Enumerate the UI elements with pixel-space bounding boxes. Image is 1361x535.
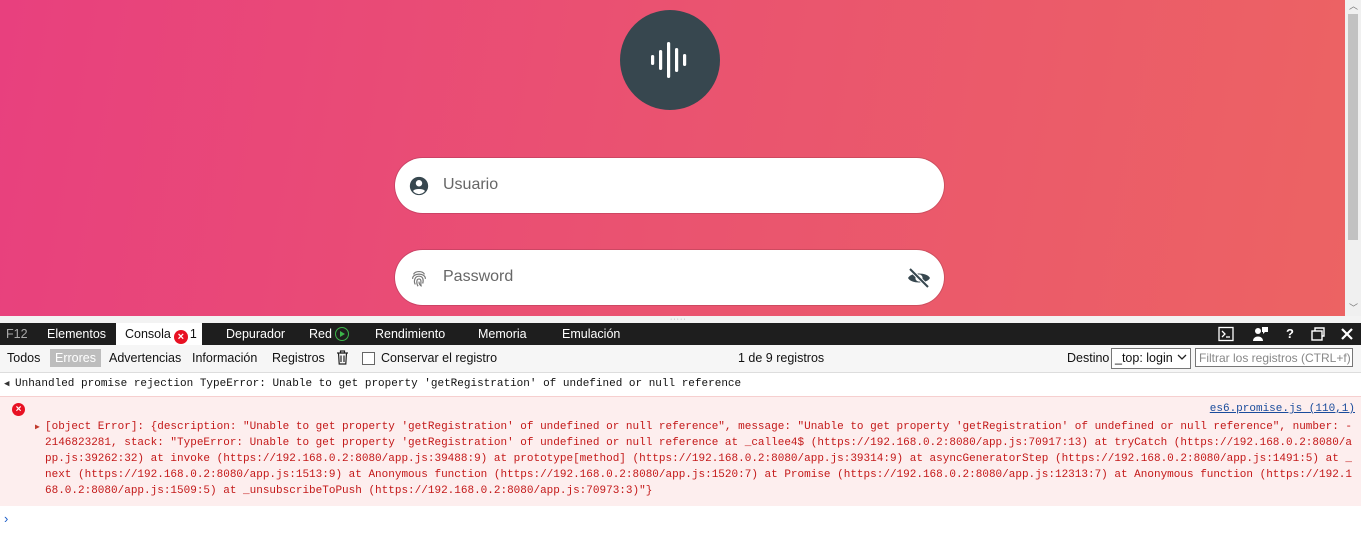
records-count: 1 de 9 registros [738,351,825,365]
console-message[interactable]: ◀ Unhandled promise rejection TypeError:… [0,373,1361,396]
grip-icon: ····· [670,316,687,323]
app-logo [620,10,720,110]
destino-value: _top: login [1115,351,1173,365]
devtools-tab-bar: F12 Elementos Consola × 1 Depurador Red Re… [0,323,1361,345]
tab-emulacion[interactable]: Emulación [562,323,620,345]
tab-consola[interactable]: Consola × 1 [116,323,202,345]
tab-elementos[interactable]: Elementos [47,323,106,345]
web-viewport: Usuario Password [0,0,1345,316]
username-field[interactable]: Usuario [395,158,944,213]
filter-advertencias[interactable]: Advertencias [109,351,181,365]
error-icon: × [12,403,25,416]
error-source-link[interactable]: es6.promise.js (110,1) [1210,403,1355,415]
chevron-down-icon [1177,354,1187,360]
console-output: ◀ Unhandled promise rejection TypeError:… [0,373,1361,535]
collapse-triangle-icon[interactable]: ◀ [4,379,9,389]
preserve-log-checkbox[interactable] [362,352,375,365]
eye-off-icon[interactable] [907,266,931,290]
message-text: Unhandled promise rejection TypeError: U… [15,378,742,390]
filter-logs-input[interactable]: Filtrar los registros (CTRL+f) [1195,348,1353,367]
feedback-icon[interactable] [1253,326,1269,342]
console-toolbar: Todos Errores Advertencias Información R… [0,345,1361,373]
password-field[interactable]: Password [395,250,944,305]
tab-rendimiento[interactable]: Rendimiento [375,323,445,345]
scroll-thumb[interactable] [1348,14,1358,240]
preserve-log-label[interactable]: Conservar el registro [381,351,497,365]
filter-informacion[interactable]: Información [192,351,257,365]
f12-label: F12 [6,327,28,341]
trash-icon[interactable] [336,350,349,365]
filter-errores[interactable]: Errores [50,349,101,367]
error-text: [object Error]: {description: "Unable to… [45,421,1353,497]
devtools-splitter[interactable]: ····· [0,316,1361,323]
console-prompt-icon[interactable]: › [4,511,8,526]
record-play-icon [334,327,349,341]
tab-depurador[interactable]: Depurador [226,323,285,345]
console-icon[interactable] [1218,326,1234,342]
tab-consola-label: Consola [125,327,171,341]
expand-triangle-icon[interactable]: ▶ [35,422,40,432]
tab-red-label: Red [309,327,332,341]
help-icon[interactable]: ? [1282,326,1298,342]
close-icon[interactable] [1339,326,1355,342]
error-count: 1 [189,327,197,341]
tab-red[interactable]: Red [309,323,349,345]
page-scrollbar[interactable]: ︿ ﹀ [1345,0,1361,316]
console-error-message[interactable]: × es6.promise.js (110,1) ▶ [object Error… [0,396,1361,506]
password-placeholder: Password [443,268,514,285]
scroll-down-arrow-icon[interactable]: ﹀ [1349,304,1358,313]
filter-logs-placeholder: Filtrar los registros (CTRL+f) [1199,351,1351,365]
destino-label: Destino [1067,351,1110,365]
fingerprint-icon [411,270,427,287]
error-badge-icon: × [173,330,188,344]
account-circle-icon [409,176,429,196]
filter-todos[interactable]: Todos [7,351,40,365]
sound-wave-icon [651,42,687,78]
tab-memoria[interactable]: Memoria [478,323,527,345]
scroll-up-arrow-icon[interactable]: ︿ [1349,2,1358,11]
undock-icon[interactable] [1310,326,1326,342]
filter-registros[interactable]: Registros [272,351,325,365]
destino-select[interactable]: _top: login [1111,348,1191,369]
username-placeholder: Usuario [443,176,499,193]
